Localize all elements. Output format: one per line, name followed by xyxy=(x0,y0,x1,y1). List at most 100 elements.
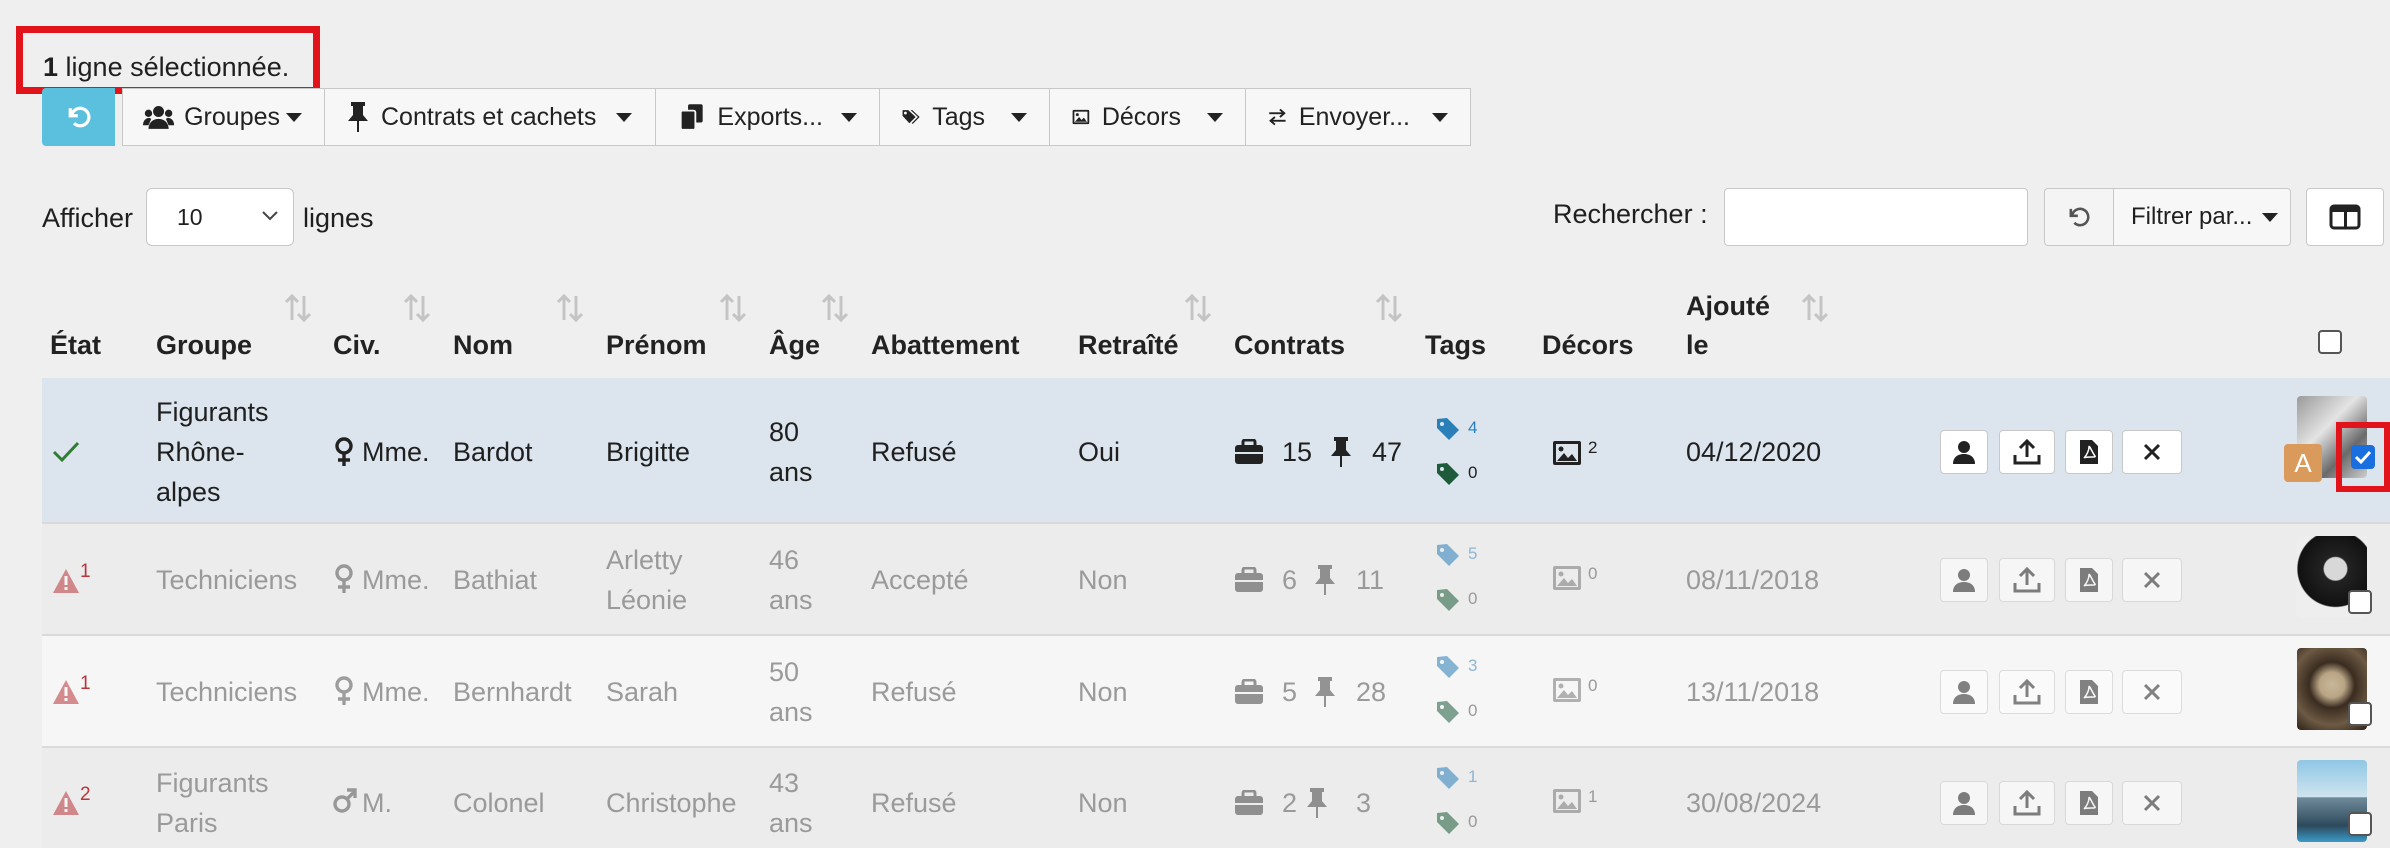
sort-icon[interactable] xyxy=(402,292,432,324)
send-label: Envoyer... xyxy=(1298,102,1410,131)
pin-icon xyxy=(1331,437,1351,467)
tag-green-count: 0 xyxy=(1468,463,1478,482)
civility-cell: Mme. xyxy=(362,677,430,707)
row-select-checkbox[interactable] xyxy=(2348,590,2372,614)
last-name-cell: Bathiat xyxy=(453,565,538,595)
column-header-groupe[interactable]: Groupe xyxy=(156,330,252,361)
upload-icon xyxy=(2013,439,2041,465)
first-name-cell: Arletty Léonie xyxy=(606,545,688,615)
reset-filters-button[interactable] xyxy=(2044,188,2114,246)
row-select-checkbox[interactable] xyxy=(2351,445,2375,469)
view-profile-button[interactable] xyxy=(1940,670,1988,714)
caret-down-icon xyxy=(616,112,633,122)
exports-dropdown-button[interactable]: Exports... xyxy=(655,88,880,146)
tag-icon[interactable] xyxy=(1436,655,1460,679)
contracts-dropdown-button[interactable]: Contrats et cachets xyxy=(324,88,656,146)
tag-icon[interactable] xyxy=(1436,766,1460,790)
delete-button[interactable] xyxy=(2122,430,2182,474)
retired-cell: Oui xyxy=(1078,437,1121,467)
column-header-retraite[interactable]: Retraîté xyxy=(1078,330,1179,361)
column-header-decors: Décors xyxy=(1542,330,1634,360)
image-icon xyxy=(1553,441,1581,465)
close-icon xyxy=(2143,571,2161,589)
view-profile-button[interactable] xyxy=(1940,781,1988,825)
last-name-cell: Bardot xyxy=(453,437,533,467)
delete-button[interactable] xyxy=(2122,781,2182,825)
delete-button[interactable] xyxy=(2122,558,2182,602)
file-pdf-icon xyxy=(2080,568,2098,592)
tags-dropdown-button[interactable]: Tags xyxy=(879,88,1050,146)
column-header-prenom[interactable]: Prénom xyxy=(606,330,707,361)
column-header-etat[interactable]: État xyxy=(50,330,101,361)
tag-icon[interactable] xyxy=(1436,543,1460,567)
abattement-cell: Refusé xyxy=(871,788,957,818)
male-icon xyxy=(333,788,357,813)
upload-icon xyxy=(2013,790,2041,816)
upload-button[interactable] xyxy=(1999,558,2055,602)
decors-count: 1 xyxy=(1588,787,1598,806)
select-all-checkbox[interactable] xyxy=(2318,330,2342,354)
tag-icon[interactable] xyxy=(1436,588,1460,612)
abattement-cell: Refusé xyxy=(871,437,957,467)
warning-count: 1 xyxy=(80,561,91,582)
row-select-checkbox[interactable] xyxy=(2348,702,2372,726)
upload-button[interactable] xyxy=(1999,781,2055,825)
tag-icon[interactable] xyxy=(1436,462,1460,486)
warning-count: 2 xyxy=(80,784,91,805)
row-select-checkbox[interactable] xyxy=(2348,812,2372,836)
sort-icon[interactable] xyxy=(1183,292,1213,324)
delete-button[interactable] xyxy=(2122,670,2182,714)
sort-icon[interactable] xyxy=(1374,292,1404,324)
column-header-age[interactable]: Âge xyxy=(769,330,820,361)
send-dropdown-button[interactable]: Envoyer... xyxy=(1245,88,1471,146)
civility-cell: Mme. xyxy=(362,437,430,467)
cachets-count: 3 xyxy=(1356,788,1372,818)
sort-icon[interactable] xyxy=(283,292,313,324)
upload-button[interactable] xyxy=(1999,670,2055,714)
pdf-button[interactable] xyxy=(2065,781,2113,825)
pdf-button[interactable] xyxy=(2065,430,2113,474)
sort-icon[interactable] xyxy=(1800,292,1830,324)
female-icon xyxy=(335,676,353,705)
briefcase-icon xyxy=(1235,567,1263,592)
search-input[interactable] xyxy=(1724,188,2028,246)
abattement-cell: Accepté xyxy=(871,565,969,595)
column-visibility-button[interactable] xyxy=(2306,188,2384,246)
column-header-contrats[interactable]: Contrats xyxy=(1234,330,1345,361)
sort-icon[interactable] xyxy=(718,292,748,324)
tag-blue-count: 1 xyxy=(1468,767,1478,786)
column-header-civ[interactable]: Civ. xyxy=(333,330,381,361)
search-label: Rechercher : xyxy=(1553,199,1708,229)
tag-blue-count: 5 xyxy=(1468,544,1478,563)
column-header-nom[interactable]: Nom xyxy=(453,330,513,361)
tag-green-count: 0 xyxy=(1468,812,1478,831)
sort-icon[interactable] xyxy=(820,292,850,324)
view-profile-button[interactable] xyxy=(1940,430,1988,474)
rows-per-page-select[interactable]: 10 xyxy=(146,188,294,246)
refresh-button[interactable] xyxy=(42,88,115,146)
checkmark-icon xyxy=(2354,450,2372,465)
pdf-button[interactable] xyxy=(2065,670,2113,714)
columns-icon xyxy=(2329,204,2361,230)
warning-icon xyxy=(53,569,79,593)
pin-icon xyxy=(348,102,368,132)
first-name-cell: Sarah xyxy=(606,677,679,707)
groups-label: Groupes xyxy=(184,102,280,131)
filter-by-dropdown[interactable]: Filtrer par... xyxy=(2113,188,2291,246)
rows-per-page-value: 10 xyxy=(177,203,203,230)
decors-dropdown-button[interactable]: Décors xyxy=(1049,88,1246,146)
caret-down-icon xyxy=(286,112,302,122)
sort-icon[interactable] xyxy=(555,292,585,324)
groups-dropdown-button[interactable]: Groupes xyxy=(122,88,325,146)
upload-icon xyxy=(2013,567,2041,593)
tag-icon[interactable] xyxy=(1436,811,1460,835)
retired-cell: Non xyxy=(1078,565,1128,595)
pdf-button[interactable] xyxy=(2065,558,2113,602)
tag-icon[interactable] xyxy=(1436,417,1460,441)
column-header-abattement[interactable]: Abattement xyxy=(871,330,1020,361)
upload-button[interactable] xyxy=(1999,430,2055,474)
column-header-ajoute[interactable]: Ajouté xyxy=(1686,291,1770,322)
tag-icon[interactable] xyxy=(1436,700,1460,724)
view-profile-button[interactable] xyxy=(1940,558,1988,602)
first-name-cell: Christophe xyxy=(606,788,737,818)
